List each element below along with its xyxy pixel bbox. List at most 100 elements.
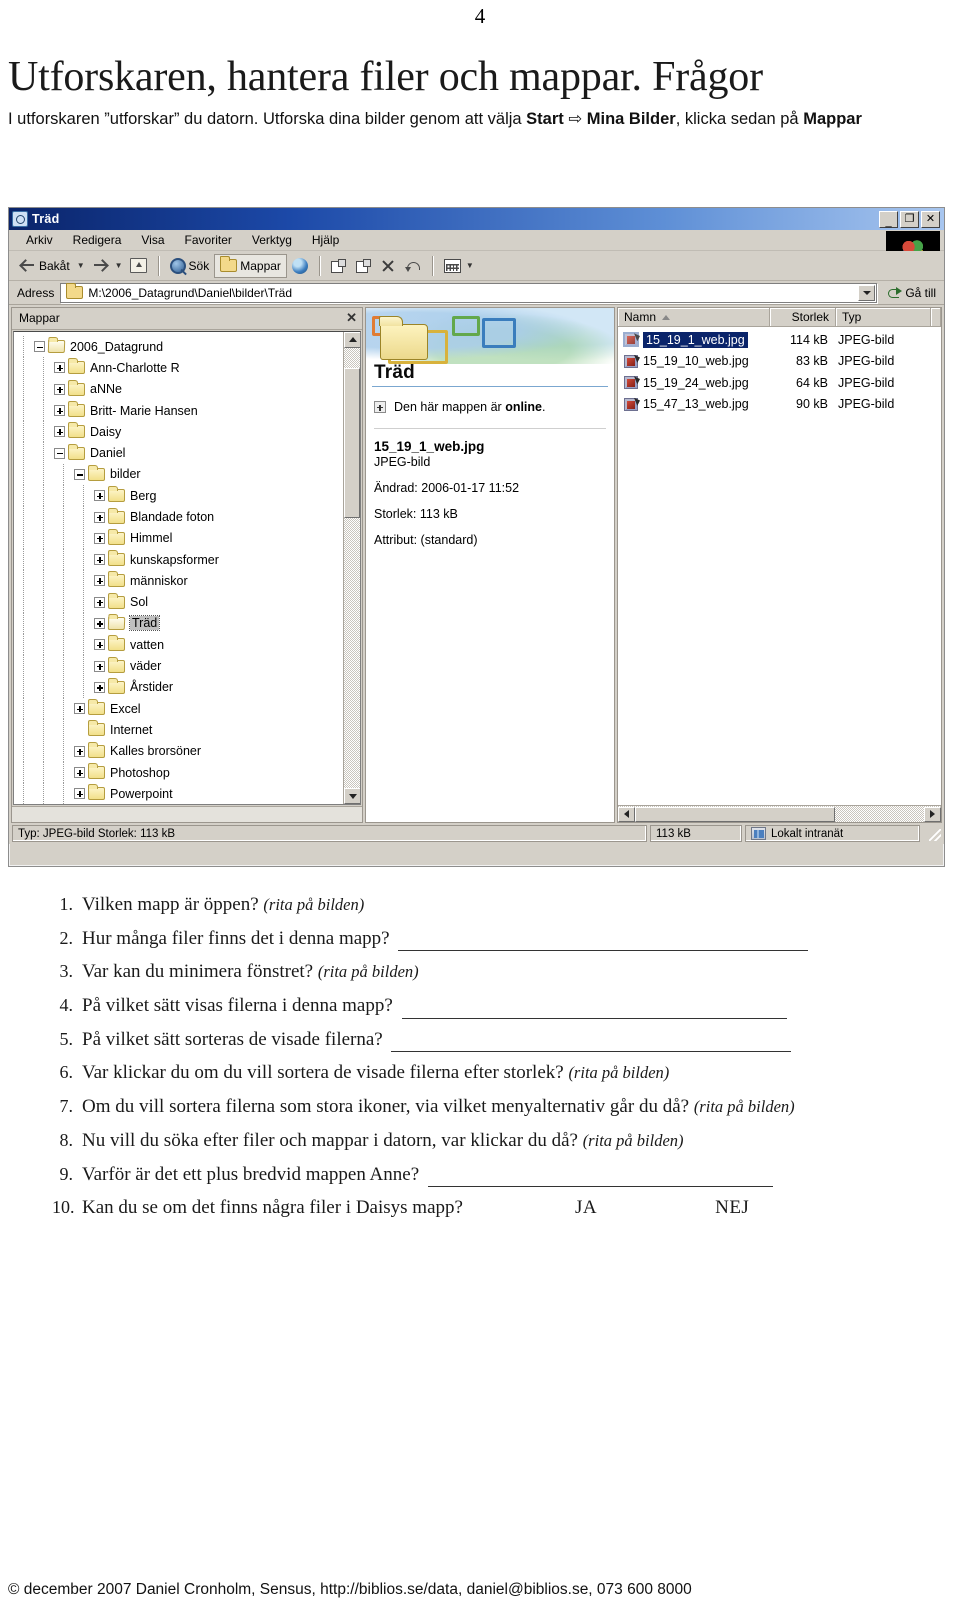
tree-expand-plus-icon[interactable] [94,681,105,693]
answer-blank-line[interactable] [401,1003,787,1019]
tree-guide [34,591,54,614]
tree-expand-plus-icon[interactable] [74,703,85,715]
column-header-namn[interactable]: Namn [618,308,770,326]
table-row[interactable]: 15_19_10_web.jpg 83 kB JPEG-bild [618,351,941,373]
tree-item[interactable]: Daniel [14,442,343,465]
table-row[interactable]: 15_47_13_web.jpg 90 kB JPEG-bild [618,394,941,416]
scroll-thumb[interactable] [344,367,360,518]
tree-item[interactable]: Ann-Charlotte R [14,357,343,379]
address-dropdown-button[interactable] [858,284,876,301]
tree-expand-plus-icon[interactable] [94,575,105,587]
tree-item[interactable]: Kalles brorsöner [14,740,343,763]
forward-button[interactable] [87,254,113,278]
tree-expand-plus-icon[interactable] [94,596,105,608]
delete-button[interactable] [376,254,400,278]
forward-dropdown-icon[interactable]: ▼ [113,261,125,270]
tree-item[interactable]: vatten [14,634,343,656]
tree-expand-plus-icon[interactable] [94,639,105,651]
tree-collapse-minus-icon[interactable] [74,468,85,480]
tree-expand-plus-icon[interactable] [54,426,65,438]
answer-option-nej[interactable]: NEJ [715,1197,749,1218]
menu-item-hjalp[interactable]: Hjälp [303,232,350,248]
tree-item[interactable]: Powerpoint [14,783,343,805]
tree-expand-plus-icon[interactable] [54,405,65,417]
column-header-storlek[interactable]: Storlek [770,308,836,326]
move-to-button[interactable] [326,254,351,278]
tree-vertical-scrollbar[interactable] [343,331,360,805]
tree-expand-plus-icon[interactable] [94,511,105,523]
tree-guide [14,506,34,528]
close-button[interactable]: ✕ [921,210,940,228]
table-row[interactable]: 15_19_1_web.jpg 114 kB JPEG-bild [618,329,941,351]
tree-expand-plus-icon[interactable] [74,767,85,779]
answer-blank-line[interactable] [391,1036,792,1053]
go-button[interactable]: Gå till [883,286,944,300]
tree-horizontal-scrollbar[interactable] [12,806,362,822]
history-button[interactable] [287,254,313,278]
tree-item[interactable]: bilder [14,463,343,486]
answer-blank-line[interactable] [398,935,809,952]
resize-grip[interactable] [923,825,941,842]
views-dropdown-icon[interactable]: ▼ [464,261,476,270]
table-row[interactable]: 15_19_24_web.jpg 64 kB JPEG-bild [618,372,941,394]
folder-tree[interactable]: 2006_Datagrund Ann-Charlotte R aNNe Britt- … [14,332,343,805]
tree-item[interactable]: Träd [14,612,343,635]
file-list-rows[interactable]: 15_19_1_web.jpg 114 kB JPEG-bild 15_19_10_w… [618,327,941,805]
column-header-typ[interactable]: Typ [836,308,931,326]
back-button[interactable]: Bakåt [15,254,75,278]
tree-expand-plus-icon[interactable] [94,660,105,672]
menu-item-redigera[interactable]: Redigera [64,232,133,248]
up-button[interactable] [125,254,152,278]
tree-item[interactable]: väder [14,655,343,678]
tree-expand-plus-icon[interactable] [94,532,105,544]
expand-plus-icon[interactable] [374,401,386,413]
tree-item[interactable]: Blandade foton [14,506,343,528]
scroll-track[interactable] [344,347,360,789]
menu-item-visa[interactable]: Visa [132,232,175,248]
minimize-button[interactable]: _ [879,210,898,228]
tree-expand-plus-icon[interactable] [74,745,85,757]
tree-item[interactable]: Photoshop [14,761,343,784]
tree-item[interactable]: Daisy [14,421,343,443]
tree-expand-plus-icon[interactable] [94,554,105,566]
folders-button[interactable]: Mappar [214,253,287,278]
tree-expand-plus-icon[interactable] [94,490,105,502]
address-input[interactable]: M:\2006_Datagrund\Daniel\bilder\Träd [60,282,878,303]
hscroll-thumb[interactable] [635,806,835,822]
tree-expand-plus-icon[interactable] [54,383,65,395]
tree-item[interactable]: Excel [14,698,343,720]
tree-expand-plus-icon[interactable] [74,788,85,800]
scroll-down-button[interactable] [344,788,360,805]
menu-item-arkiv[interactable]: Arkiv [17,232,64,248]
tree-item[interactable]: Internet [14,719,343,741]
tree-item[interactable]: Årstider [14,676,343,699]
maximize-button[interactable]: ❐ [900,210,919,228]
file-list-horizontal-scrollbar[interactable] [618,805,941,822]
menu-item-favoriter[interactable]: Favoriter [176,232,243,248]
address-value: M:\2006_Datagrund\Daniel\bilder\Träd [88,285,293,300]
tree-item[interactable]: Himmel [14,527,343,550]
tree-expand-plus-icon[interactable] [54,362,65,374]
tree-collapse-minus-icon[interactable] [54,447,65,459]
search-button[interactable]: Sök [165,254,215,278]
tree-collapse-minus-icon[interactable] [34,341,45,353]
tree-item[interactable]: aNNe [14,378,343,401]
undo-button[interactable] [400,254,426,278]
menu-item-verktyg[interactable]: Verktyg [243,232,303,248]
answer-option-ja[interactable]: JA [575,1197,597,1218]
tree-item[interactable]: kunskapsformer [14,548,343,571]
copy-to-button[interactable] [351,254,376,278]
answer-blank-line[interactable] [427,1171,773,1188]
tree-item[interactable]: Sol [14,591,343,614]
views-button[interactable]: ▼ [439,254,481,278]
tree-item[interactable]: Berg [14,485,343,507]
back-dropdown-icon[interactable]: ▼ [75,261,87,270]
folders-pane-close-icon[interactable]: ✕ [346,310,357,326]
tree-item[interactable]: människor [14,570,343,592]
tree-item[interactable]: 2006_Datagrund [14,335,343,358]
tree-item[interactable]: Britt- Marie Hansen [14,399,343,422]
tree-expand-plus-icon[interactable] [94,617,105,629]
hscroll-right-button[interactable] [924,806,941,822]
hscroll-left-button[interactable] [618,806,635,822]
scroll-up-button[interactable] [344,331,360,348]
